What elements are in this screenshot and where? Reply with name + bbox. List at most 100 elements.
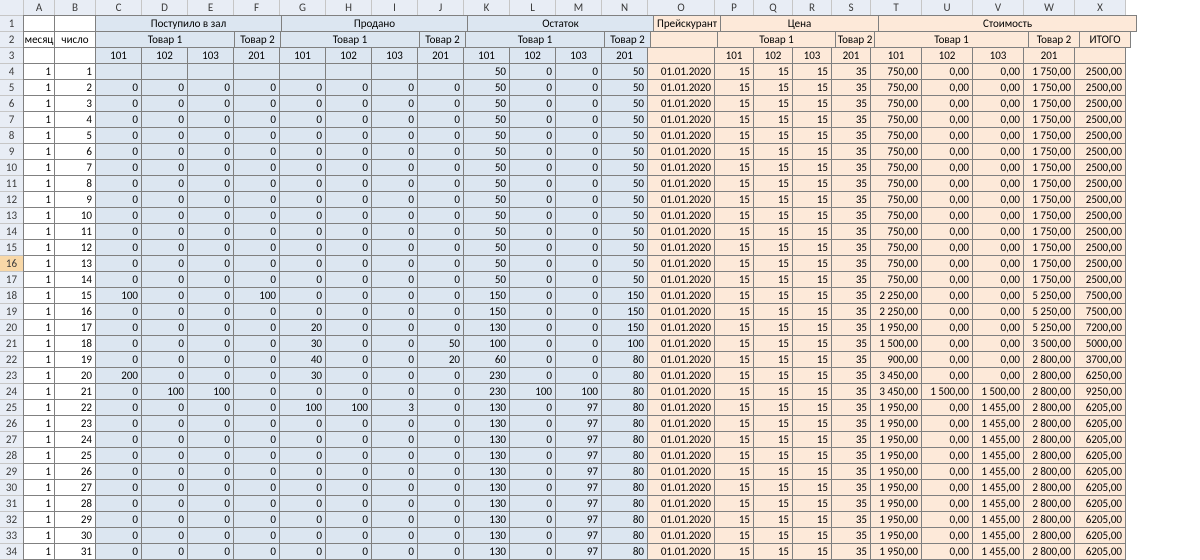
row-header[interactable]: 31 (0, 495, 24, 512)
cell[interactable]: 50 (463, 127, 510, 144)
cell-cost[interactable]: 1 455,00 (972, 431, 1024, 448)
cell[interactable]: 50 (463, 159, 510, 176)
cell[interactable]: 0 (233, 191, 280, 208)
cell[interactable]: 50 (463, 63, 510, 80)
cell-cost[interactable]: 0,00 (921, 351, 973, 368)
cell-price[interactable]: 15 (714, 271, 754, 288)
cell-cost[interactable]: 2 800,00 (1023, 479, 1075, 496)
col-header-J[interactable]: J (417, 0, 464, 16)
cell[interactable]: 0 (417, 175, 464, 192)
cell-price[interactable]: 15 (753, 479, 793, 496)
cell-price[interactable]: 35 (831, 207, 871, 224)
col-header-W[interactable]: W (1023, 0, 1075, 16)
cell[interactable]: 0 (187, 543, 234, 560)
cell-cost[interactable]: 0,00 (972, 95, 1024, 112)
cell-month[interactable]: 1 (23, 415, 55, 432)
cell-price[interactable]: 35 (831, 271, 871, 288)
cell-cost[interactable]: 750,00 (870, 175, 922, 192)
cell[interactable]: 100 (325, 399, 372, 416)
cell[interactable]: 50 (601, 159, 648, 176)
cell-cost[interactable]: 750,00 (870, 63, 922, 80)
cell-price[interactable]: 15 (714, 479, 754, 496)
cell[interactable]: 0 (95, 543, 142, 560)
cell-price[interactable]: 15 (753, 63, 793, 80)
cell[interactable]: 0 (371, 431, 418, 448)
cell-total[interactable]: 6250,00 (1074, 367, 1126, 384)
cell[interactable]: 0 (279, 191, 326, 208)
cell-day[interactable]: 9 (54, 191, 96, 208)
cell-cost[interactable]: 1 455,00 (972, 415, 1024, 432)
cell-month[interactable]: 1 (23, 95, 55, 112)
cell[interactable]: 50 (463, 143, 510, 160)
cell[interactable]: 0 (325, 95, 372, 112)
cell[interactable]: 0 (509, 495, 556, 512)
cell[interactable]: 0 (279, 383, 326, 400)
cell[interactable]: 80 (601, 367, 648, 384)
col-header-L[interactable]: L (509, 0, 556, 16)
cell-price[interactable]: 35 (831, 95, 871, 112)
row-header[interactable]: 14 (0, 223, 24, 240)
cell-cost[interactable]: 0,00 (921, 207, 973, 224)
cell[interactable]: 0 (371, 175, 418, 192)
cell-day[interactable]: 23 (54, 415, 96, 432)
cell-price[interactable]: 15 (792, 383, 832, 400)
cell-total[interactable]: 6205,00 (1074, 415, 1126, 432)
sub-102[interactable]: 102 (141, 47, 188, 64)
cell[interactable]: 150 (463, 303, 510, 320)
cell[interactable]: 0 (325, 543, 372, 560)
cell[interactable]: 100 (279, 399, 326, 416)
row-header[interactable]: 2 (0, 31, 24, 48)
cell[interactable]: 0 (95, 351, 142, 368)
cell[interactable]: 0 (141, 543, 188, 560)
cell[interactable]: 0 (371, 255, 418, 272)
cell-cost[interactable]: 750,00 (870, 159, 922, 176)
row-header[interactable]: 32 (0, 511, 24, 528)
cell-date[interactable]: 01.01.2020 (647, 463, 715, 480)
row-header[interactable]: 18 (0, 287, 24, 304)
cell[interactable]: 0 (95, 431, 142, 448)
cell-cost[interactable]: 0,00 (921, 399, 973, 416)
cell-month[interactable]: 1 (23, 367, 55, 384)
cell[interactable]: 0 (417, 255, 464, 272)
cell-day[interactable]: 27 (54, 479, 96, 496)
col-header-R[interactable]: R (792, 0, 832, 16)
cell-cost[interactable]: 0,00 (972, 175, 1024, 192)
cell-price[interactable]: 15 (792, 319, 832, 336)
cell[interactable]: 0 (233, 463, 280, 480)
cell[interactable]: 0 (371, 143, 418, 160)
cell[interactable]: 0 (509, 95, 556, 112)
cell-price[interactable]: 15 (714, 255, 754, 272)
cell[interactable]: 0 (417, 319, 464, 336)
cell-day[interactable]: 7 (54, 159, 96, 176)
cell-price[interactable]: 15 (792, 159, 832, 176)
cell-cost[interactable]: 0,00 (972, 319, 1024, 336)
cell-cost[interactable]: 1 750,00 (1023, 175, 1075, 192)
cell[interactable]: 0 (233, 495, 280, 512)
cell[interactable]: 0 (187, 95, 234, 112)
cell[interactable]: 0 (233, 271, 280, 288)
cell[interactable]: 0 (509, 63, 556, 80)
cell-month[interactable]: 1 (23, 351, 55, 368)
cell[interactable] (54, 47, 96, 64)
cell[interactable]: 0 (233, 223, 280, 240)
cell-cost[interactable]: 1 950,00 (870, 511, 922, 528)
row-header[interactable]: 34 (0, 543, 24, 560)
cell[interactable]: 0 (325, 127, 372, 144)
cell-cost[interactable]: 0,00 (972, 287, 1024, 304)
cell-price[interactable]: 15 (792, 351, 832, 368)
cell[interactable]: 0 (95, 479, 142, 496)
row-header[interactable]: 24 (0, 383, 24, 400)
cell[interactable]: 0 (95, 191, 142, 208)
row-header[interactable]: 29 (0, 463, 24, 480)
cell[interactable]: 0 (509, 175, 556, 192)
cell[interactable]: 0 (509, 319, 556, 336)
cell-price[interactable]: 15 (714, 143, 754, 160)
cell[interactable]: 130 (463, 495, 510, 512)
col-header-D[interactable]: D (141, 0, 188, 16)
cell-cost[interactable]: 2 800,00 (1023, 543, 1075, 560)
cell[interactable]: 0 (187, 319, 234, 336)
cell-price[interactable]: 15 (714, 239, 754, 256)
col-header-X[interactable]: X (1074, 0, 1126, 16)
cell[interactable]: 100 (141, 383, 188, 400)
cell-cost[interactable]: 0,00 (921, 431, 973, 448)
